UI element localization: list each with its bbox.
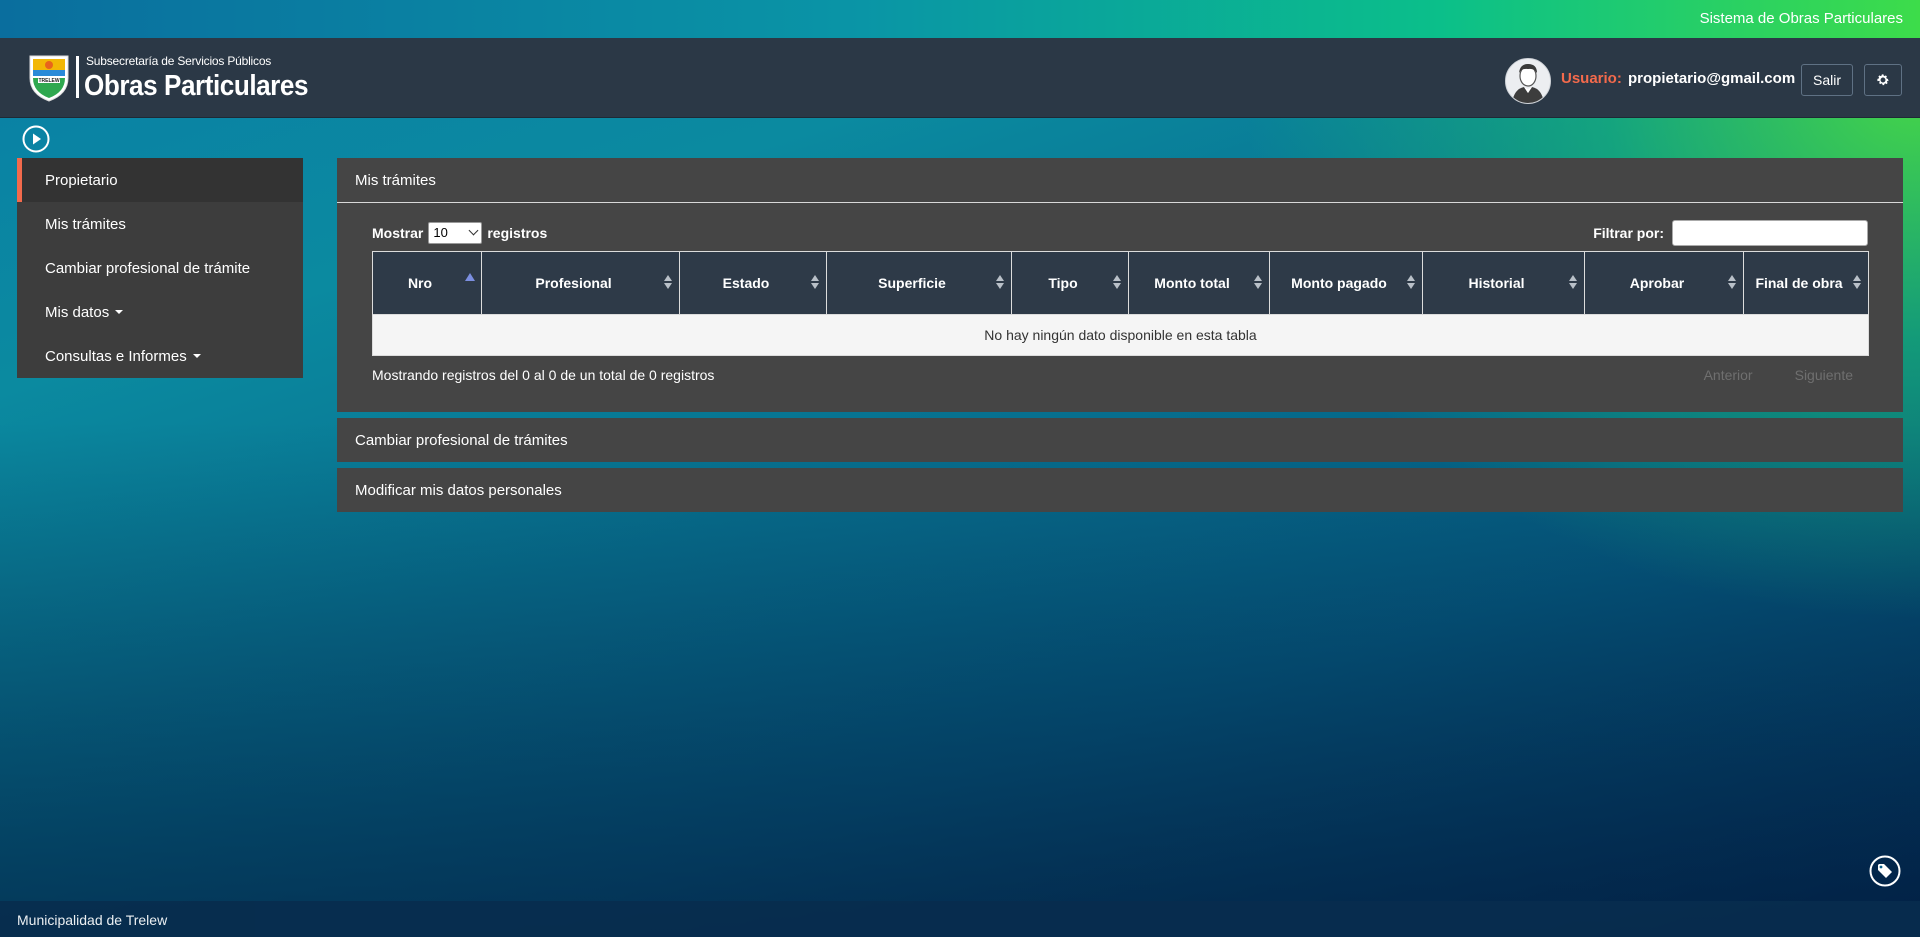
sort-icon bbox=[996, 275, 1005, 291]
sidebar-item-label: Mis datos bbox=[45, 303, 110, 321]
user-email: propietario@gmail.com bbox=[1628, 70, 1796, 87]
sort-icon bbox=[1728, 275, 1737, 291]
column-header-tipo[interactable]: Tipo bbox=[1011, 251, 1129, 315]
panel-title[interactable]: Modificar mis datos personales bbox=[337, 468, 1903, 512]
column-header-label: Superficie bbox=[878, 274, 946, 291]
logo-title: Obras Particulares bbox=[84, 70, 309, 102]
tag-button[interactable] bbox=[1869, 855, 1901, 887]
sidebar-item-mis-datos[interactable]: Mis datos bbox=[17, 290, 303, 334]
filter-control: Filtrar por: bbox=[1593, 220, 1868, 246]
panel-title-text: Cambiar profesional de trámites bbox=[355, 431, 568, 449]
column-header-monto-pagado[interactable]: Monto pagado bbox=[1269, 251, 1423, 315]
footer: Municipalidad de Trelew bbox=[0, 901, 1920, 937]
sidebar-item-mis-tramites[interactable]: Mis trámites bbox=[17, 202, 303, 246]
chevron-down-icon bbox=[468, 225, 479, 236]
panel-modificar-datos[interactable]: Modificar mis datos personales bbox=[337, 468, 1903, 512]
column-header-estado[interactable]: Estado bbox=[679, 251, 827, 315]
gear-icon bbox=[1877, 74, 1889, 86]
column-header-label: Estado bbox=[722, 274, 770, 291]
column-header-historial[interactable]: Historial bbox=[1422, 251, 1585, 315]
system-title: Sistema de Obras Particulares bbox=[1699, 10, 1903, 27]
column-header-nro[interactable]: Nro bbox=[372, 251, 482, 315]
sort-icon bbox=[811, 275, 820, 291]
filter-label: Filtrar por: bbox=[1593, 225, 1664, 241]
column-header-label: Monto total bbox=[1154, 274, 1230, 291]
sidebar-item-label: Propietario bbox=[45, 171, 118, 189]
panel-title-text: Mis trámites bbox=[355, 171, 436, 189]
column-header-label: Final de obra bbox=[1755, 274, 1843, 291]
svg-text:TRELEW: TRELEW bbox=[38, 78, 59, 84]
length-select[interactable]: 10 bbox=[428, 222, 483, 244]
sort-icon bbox=[1254, 275, 1263, 291]
sidebar-item-label: Cambiar profesional de trámite bbox=[45, 259, 251, 277]
panel-title-text: Modificar mis datos personales bbox=[355, 481, 562, 499]
sort-icon bbox=[1569, 275, 1578, 291]
trelew-shield-icon: TRELEW bbox=[29, 55, 69, 102]
user-silhouette-icon bbox=[1506, 59, 1550, 103]
length-value: 10 bbox=[433, 225, 448, 240]
column-header-label: Nro bbox=[407, 274, 433, 291]
sort-icon bbox=[664, 275, 673, 291]
length-prefix: Mostrar bbox=[372, 225, 424, 241]
length-suffix: registros bbox=[487, 225, 548, 241]
caret-down-icon bbox=[192, 354, 201, 358]
filter-input[interactable] bbox=[1672, 220, 1868, 246]
panel-mis-tramites: Mis trámites Mostrar 10 registros Filtra… bbox=[337, 158, 1903, 412]
caret-down-icon bbox=[115, 310, 124, 314]
logo-subtitle: Subsecretaría de Servicios Públicos bbox=[86, 54, 272, 68]
avatar bbox=[1505, 58, 1551, 104]
sidebar-toggle-button[interactable] bbox=[22, 125, 50, 153]
next-page-button[interactable]: Siguiente bbox=[1795, 367, 1853, 383]
sidebar-item-label: Mis trámites bbox=[45, 215, 126, 233]
sort-icon bbox=[1113, 275, 1122, 291]
sort-asc-icon bbox=[465, 273, 475, 281]
column-header-monto-total[interactable]: Monto total bbox=[1128, 251, 1270, 315]
sidebar-item-label: Consultas e Informes bbox=[45, 347, 187, 365]
sort-icon bbox=[1407, 275, 1416, 291]
logo[interactable]: TRELEW Subsecretaría de Servicios Públic… bbox=[28, 50, 328, 106]
length-control: Mostrar 10 registros bbox=[372, 222, 547, 244]
sidebar: Propietario Mis trámites Cambiar profesi… bbox=[17, 158, 303, 378]
table-info: Mostrando registros del 0 al 0 de un tot… bbox=[372, 367, 715, 383]
column-header-label: Tipo bbox=[1048, 274, 1078, 291]
sidebar-item-consultas[interactable]: Consultas e Informes bbox=[17, 334, 303, 378]
logo-divider bbox=[76, 56, 79, 98]
column-header-aprobar[interactable]: Aprobar bbox=[1584, 251, 1744, 315]
footer-text: Municipalidad de Trelew bbox=[17, 912, 168, 928]
column-header-label: Aprobar bbox=[1629, 274, 1685, 291]
user-label: Usuario: bbox=[1561, 70, 1622, 87]
panel-title[interactable]: Mis trámites bbox=[337, 158, 1903, 203]
tramites-table: Nro Profesional Estado Superficie Tipo M… bbox=[372, 251, 1869, 356]
panel-cambiar-profesional[interactable]: Cambiar profesional de trámites bbox=[337, 418, 1903, 462]
column-header-label: Profesional bbox=[535, 274, 612, 291]
pagination: Anterior Siguiente bbox=[1704, 367, 1853, 383]
panel-title[interactable]: Cambiar profesional de trámites bbox=[337, 418, 1903, 462]
play-circle-icon bbox=[22, 125, 50, 153]
table-row: No hay ningún dato disponible en esta ta… bbox=[372, 314, 1869, 356]
top-bar: Sistema de Obras Particulares bbox=[0, 0, 1920, 38]
column-header-label: Historial bbox=[1468, 274, 1525, 291]
settings-button[interactable] bbox=[1864, 64, 1902, 96]
sort-icon bbox=[1853, 275, 1862, 291]
empty-table-message: No hay ningún dato disponible en esta ta… bbox=[372, 314, 1869, 356]
logout-button[interactable]: Salir bbox=[1801, 64, 1853, 96]
previous-page-button[interactable]: Anterior bbox=[1704, 367, 1753, 383]
sidebar-item-propietario[interactable]: Propietario bbox=[17, 158, 303, 202]
header: TRELEW Subsecretaría de Servicios Públic… bbox=[0, 38, 1920, 118]
column-header-superficie[interactable]: Superficie bbox=[826, 251, 1012, 315]
column-header-profesional[interactable]: Profesional bbox=[481, 251, 680, 315]
table-header-row: Nro Profesional Estado Superficie Tipo M… bbox=[372, 251, 1869, 315]
column-header-final-de-obra[interactable]: Final de obra bbox=[1743, 251, 1869, 315]
column-header-label: Monto pagado bbox=[1291, 274, 1387, 291]
sidebar-item-cambiar-profesional[interactable]: Cambiar profesional de trámite bbox=[17, 246, 303, 290]
tag-icon bbox=[1869, 855, 1901, 887]
